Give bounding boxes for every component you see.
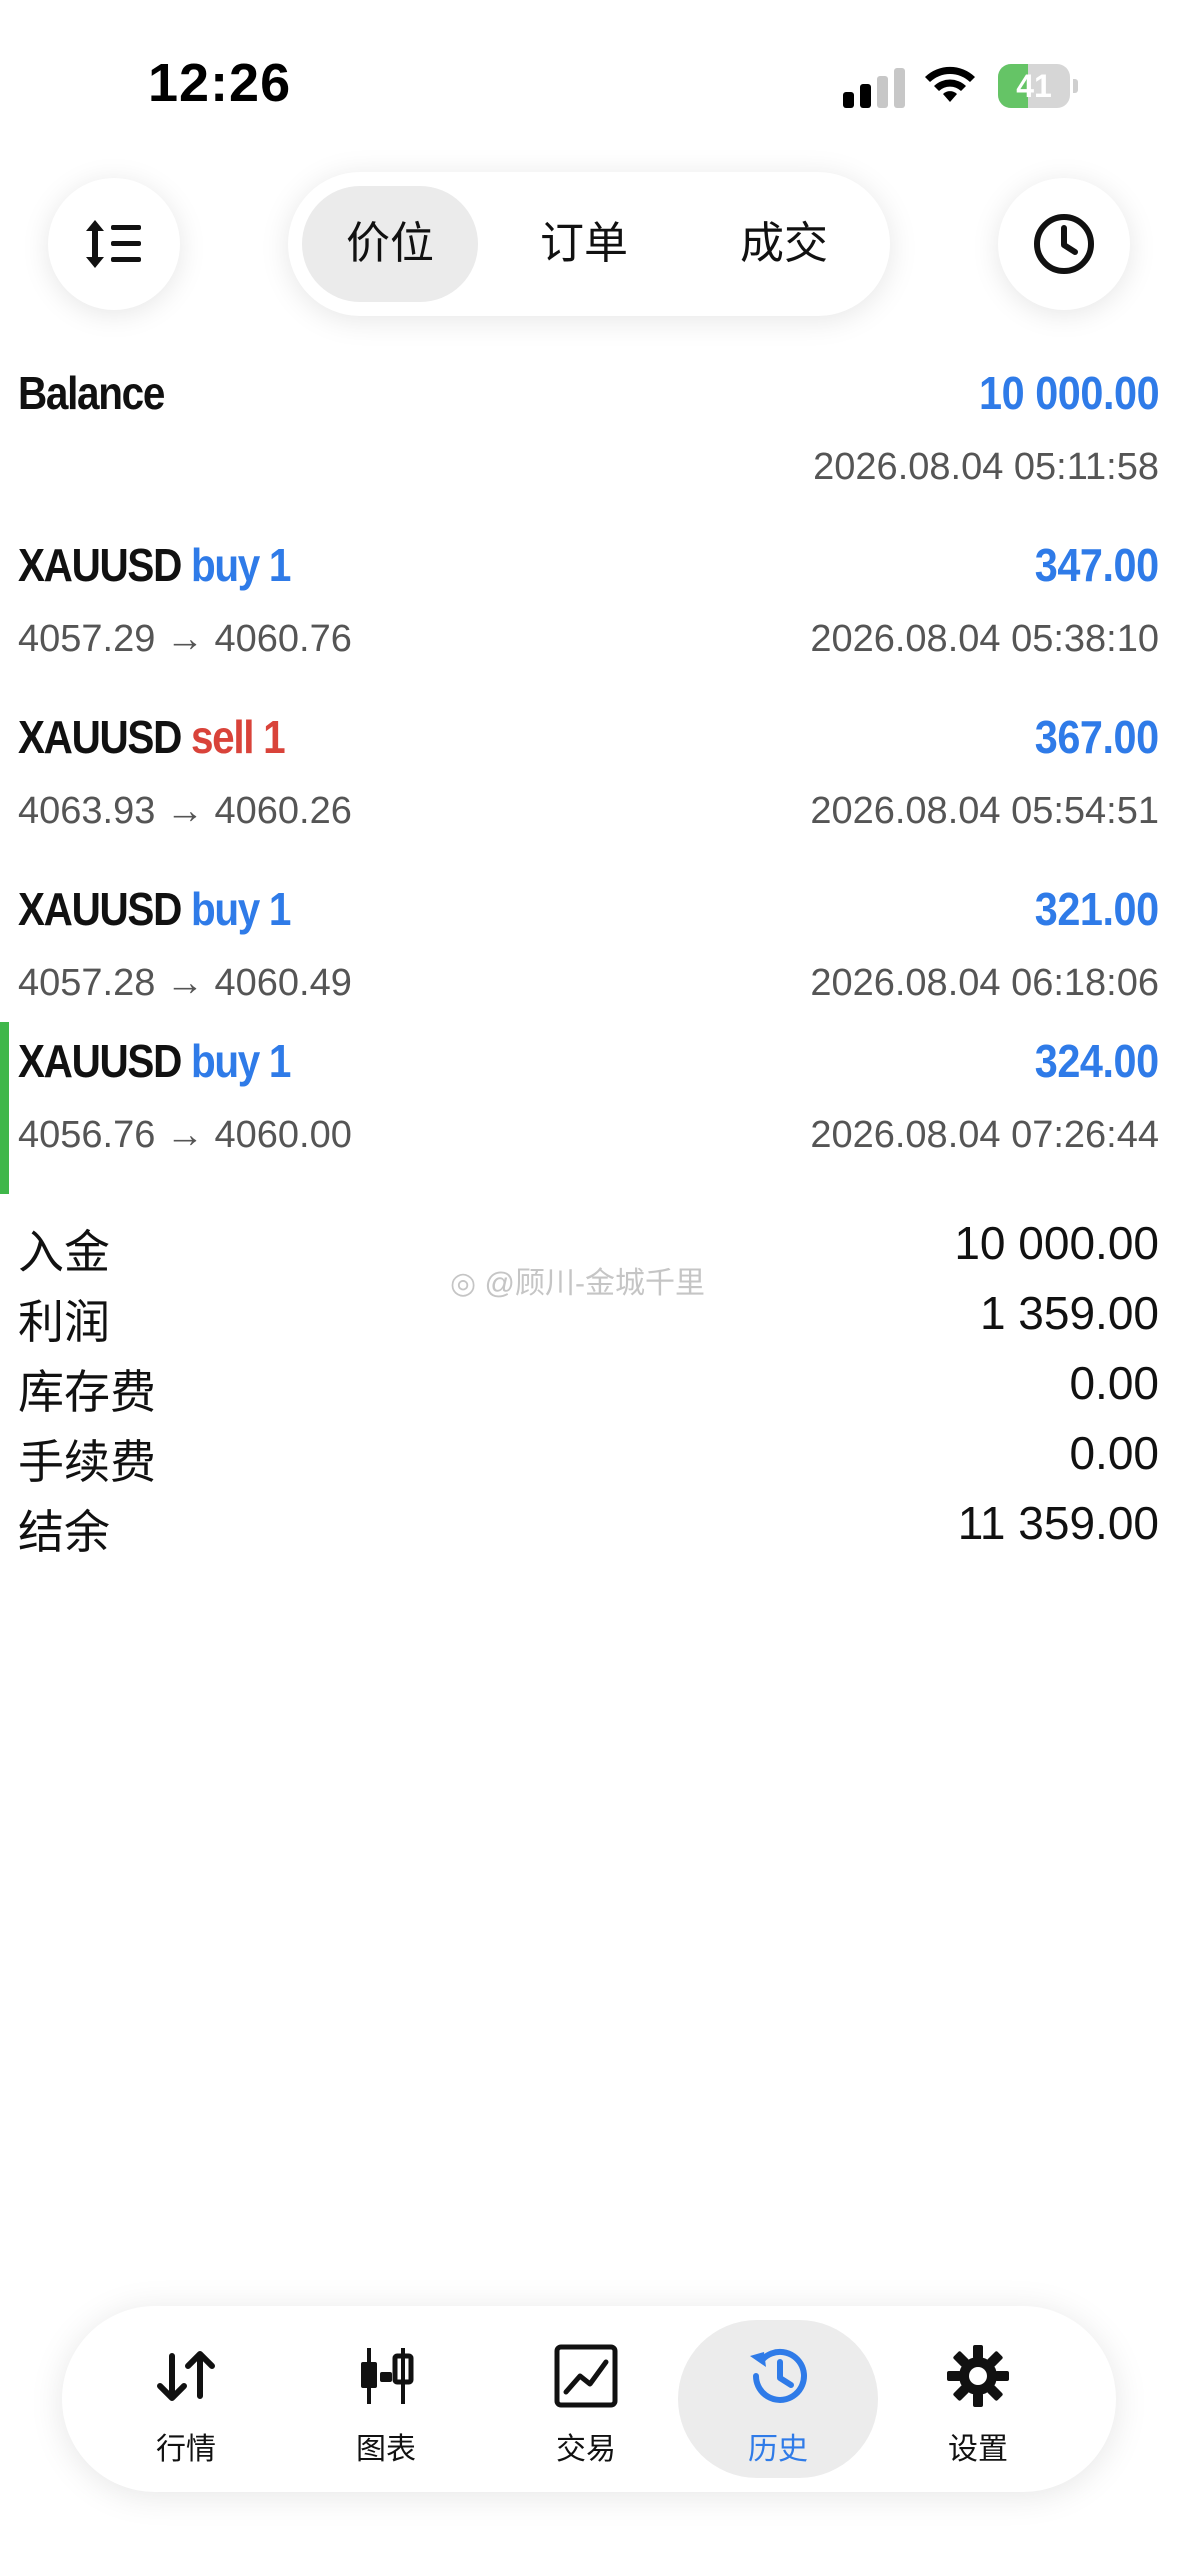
deal-row[interactable]: XAUUSD buy 1 347.00 4057.29 → 4060.76 20…	[0, 526, 1179, 698]
deal-symbol: XAUUSD	[18, 883, 182, 935]
summary-label: 利润	[18, 1296, 110, 1348]
balance-time: 2026.08.04 05:11:58	[813, 446, 1159, 488]
deal-profit: 321.00	[1035, 883, 1159, 935]
balance-row[interactable]: Balance 10 000.00 2026.08.04 05:11:58	[0, 354, 1179, 526]
summary-label: 结余	[18, 1506, 110, 1558]
deal-time: 2026.08.04 06:18:06	[810, 962, 1159, 1004]
summary-value: 0.00	[1069, 1427, 1159, 1479]
deal-direction: buy 1	[190, 539, 291, 591]
deal-row[interactable]: XAUUSD sell 1 367.00 4063.93 → 4060.26 2…	[0, 698, 1179, 870]
wifi-icon	[925, 66, 975, 102]
battery-icon: 41	[998, 64, 1078, 108]
segment-deals[interactable]: 成交	[696, 186, 872, 302]
summary-balance: 结余 11 359.00	[0, 1492, 1179, 1562]
deal-prices: 4057.29 → 4060.76	[18, 618, 352, 660]
candlestick-icon	[361, 2348, 414, 2404]
tab-settings[interactable]: 设置	[878, 2320, 1078, 2478]
deal-prices: 4057.28 → 4060.49	[18, 962, 352, 1004]
deal-direction: buy 1	[190, 1035, 291, 1087]
cellular-signal-icon	[843, 68, 905, 108]
summary-value: 1 359.00	[979, 1287, 1159, 1339]
summary-commission: 手续费 0.00	[0, 1422, 1179, 1492]
deal-symbol: XAUUSD	[18, 1035, 182, 1087]
tab-chart[interactable]: 图表	[286, 2320, 486, 2478]
status-bar: 12:26 41	[0, 0, 1179, 170]
tab-quotes[interactable]: 行情	[86, 2320, 286, 2478]
sort-list-icon	[86, 220, 141, 268]
period-button[interactable]	[998, 178, 1130, 310]
history-icon	[750, 2348, 807, 2403]
clock-icon	[1034, 214, 1094, 274]
weibo-icon: ◎	[450, 1267, 477, 1300]
summary-label: 手续费	[18, 1436, 156, 1488]
gear-icon	[947, 2345, 1009, 2407]
deal-profit: 367.00	[1035, 711, 1159, 763]
summary-value: 10 000.00	[954, 1217, 1159, 1269]
deal-row-selected[interactable]: XAUUSD buy 1 324.00 4056.76 → 4060.00 20…	[0, 1022, 1179, 1194]
sort-button[interactable]	[48, 178, 180, 310]
summary-value: 0.00	[1069, 1357, 1159, 1409]
summary-label: 库存费	[18, 1366, 156, 1418]
deal-direction: buy 1	[190, 883, 291, 935]
tab-label: 设置	[948, 2433, 1008, 2466]
deal-prices: 4056.76 → 4060.00	[18, 1114, 352, 1156]
deal-profit: 324.00	[1035, 1035, 1159, 1087]
tab-history[interactable]: 历史	[678, 2320, 878, 2478]
summary-swap: 库存费 0.00	[0, 1352, 1179, 1422]
tab-bar: 行情 图表 交易 历史 设置	[62, 2306, 1116, 2492]
deal-direction: sell 1	[190, 711, 286, 763]
deal-time: 2026.08.04 07:26:44	[810, 1114, 1159, 1156]
deal-prices: 4063.93 → 4060.26	[18, 790, 352, 832]
arrows-up-down-icon	[157, 2351, 215, 2401]
segmented-control: 价位 订单 成交	[288, 172, 890, 316]
deal-profit: 347.00	[1035, 539, 1159, 591]
status-time: 12:26	[148, 53, 292, 113]
segment-orders[interactable]: 订单	[496, 186, 672, 302]
tab-label: 交易	[556, 2433, 616, 2466]
deal-time: 2026.08.04 05:54:51	[810, 790, 1159, 832]
summary-value: 11 359.00	[957, 1497, 1159, 1549]
trade-chart-icon	[554, 2344, 618, 2408]
balance-label: Balance	[18, 367, 165, 419]
segment-positions[interactable]: 价位	[302, 186, 478, 302]
summary-label: 入金	[18, 1226, 110, 1278]
tab-label: 图表	[356, 2433, 416, 2466]
watermark: ◎ @顾川-金城千里	[450, 1267, 705, 1300]
tab-label: 历史	[748, 2433, 808, 2466]
tab-label: 行情	[156, 2433, 216, 2466]
deal-time: 2026.08.04 05:38:10	[810, 618, 1159, 660]
tab-trade[interactable]: 交易	[486, 2320, 686, 2478]
deal-symbol: XAUUSD	[18, 711, 182, 763]
balance-amount: 10 000.00	[978, 367, 1160, 419]
deal-row[interactable]: XAUUSD buy 1 321.00 4057.28 → 4060.49 20…	[0, 870, 1179, 1042]
deal-symbol: XAUUSD	[18, 539, 182, 591]
battery-level: 41	[1016, 68, 1052, 104]
